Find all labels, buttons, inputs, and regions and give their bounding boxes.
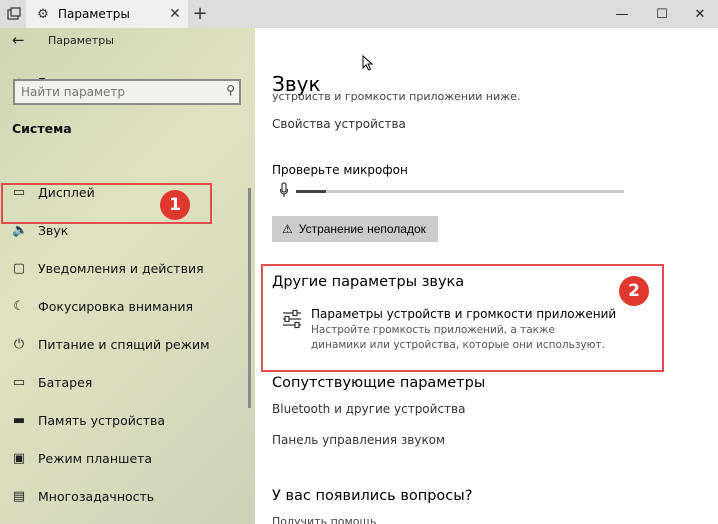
mic-test-label: Проверьте микрофон bbox=[272, 163, 408, 177]
sidebar-item-storage[interactable]: ▬ Память устройства bbox=[0, 405, 255, 435]
tablet-icon: ▣ bbox=[12, 450, 26, 466]
annotation-highlight-2 bbox=[261, 264, 664, 372]
warning-icon: ⚠ bbox=[282, 222, 293, 236]
sidebar-item-label: Многозадачность bbox=[38, 488, 155, 504]
mic-level-fill bbox=[296, 190, 326, 193]
annotation-badge-1: 1 bbox=[160, 190, 190, 220]
device-properties-link[interactable]: Свойства устройства bbox=[272, 117, 406, 131]
close-button[interactable]: ✕ bbox=[680, 0, 718, 28]
back-arrow-icon[interactable]: ← bbox=[12, 31, 25, 49]
sidebar-item-tablet[interactable]: ▣ Режим планшета bbox=[0, 443, 255, 473]
close-tab-icon[interactable]: ✕ bbox=[166, 6, 184, 22]
new-tab-button[interactable]: + bbox=[190, 3, 210, 25]
title-bar: ⚙ Параметры ✕ + — ☐ ✕ bbox=[0, 0, 718, 28]
sidebar-item-label: Режим планшета bbox=[38, 450, 153, 466]
sidebar-item-multitasking[interactable]: ▤ Многозадачность bbox=[0, 481, 255, 511]
search-input[interactable] bbox=[21, 83, 211, 101]
maximize-button[interactable]: ☐ bbox=[642, 0, 682, 28]
sidebar: ← Параметры ⌂ Главная ⚲ Система ▭ Диспле… bbox=[0, 28, 255, 524]
troubleshoot-label: Устранение неполадок bbox=[298, 222, 426, 236]
sidebar-item-label: Память устройства bbox=[38, 412, 166, 428]
notifications-icon: ▢ bbox=[12, 260, 26, 276]
search-box[interactable]: ⚲ bbox=[13, 79, 241, 105]
sidebar-item-notifications[interactable]: ▢ Уведомления и действия bbox=[0, 253, 255, 283]
tabs-icon[interactable] bbox=[6, 6, 22, 22]
sidebar-item-battery[interactable]: ▭ Батарея bbox=[0, 367, 255, 397]
search-icon[interactable]: ⚲ bbox=[226, 83, 235, 97]
battery-icon: ▭ bbox=[12, 374, 26, 390]
annotation-badge-2: 2 bbox=[619, 276, 649, 306]
power-icon: ⏻ bbox=[13, 336, 25, 352]
questions-heading: У вас появились вопросы? bbox=[272, 488, 473, 504]
section-title: Система bbox=[12, 121, 72, 136]
microphone-icon bbox=[279, 182, 289, 197]
related-settings-heading: Сопутствующие параметры bbox=[272, 375, 486, 391]
gear-icon: ⚙ bbox=[37, 6, 49, 22]
help-link[interactable]: Получить помощь bbox=[272, 515, 376, 524]
bluetooth-link[interactable]: Bluetooth и другие устройства bbox=[272, 402, 465, 416]
mouse-cursor-icon bbox=[362, 55, 374, 71]
focus-icon: ☾ bbox=[13, 298, 25, 314]
troubleshoot-button[interactable]: ⚠ Устранение неполадок bbox=[272, 216, 438, 242]
sidebar-item-focus[interactable]: ☾ Фокусировка внимания bbox=[0, 291, 255, 321]
sidebar-item-label: Питание и спящий режим bbox=[38, 336, 210, 352]
sidebar-item-power[interactable]: ⏻ Питание и спящий режим bbox=[0, 329, 255, 359]
clipped-text: устройств и громкости приложений ниже. bbox=[272, 93, 521, 103]
multitasking-icon: ▤ bbox=[12, 488, 26, 504]
sidebar-scrollbar[interactable] bbox=[248, 188, 251, 408]
sidebar-item-label: Звук bbox=[38, 222, 69, 238]
speaker-icon: 🔈 bbox=[12, 222, 29, 238]
app-title: Параметры bbox=[48, 34, 114, 47]
mic-level-meter bbox=[296, 190, 624, 193]
tab-settings[interactable]: ⚙ Параметры ✕ bbox=[26, 0, 188, 28]
sidebar-item-label: Фокусировка внимания bbox=[38, 298, 194, 314]
sidebar-item-label: Уведомления и действия bbox=[38, 260, 204, 276]
minimize-button[interactable]: — bbox=[602, 0, 642, 28]
tab-title: Параметры bbox=[58, 7, 130, 21]
sidebar-item-label: Батарея bbox=[38, 374, 93, 390]
sound-control-panel-link[interactable]: Панель управления звуком bbox=[272, 433, 445, 447]
storage-icon: ▬ bbox=[12, 412, 26, 428]
